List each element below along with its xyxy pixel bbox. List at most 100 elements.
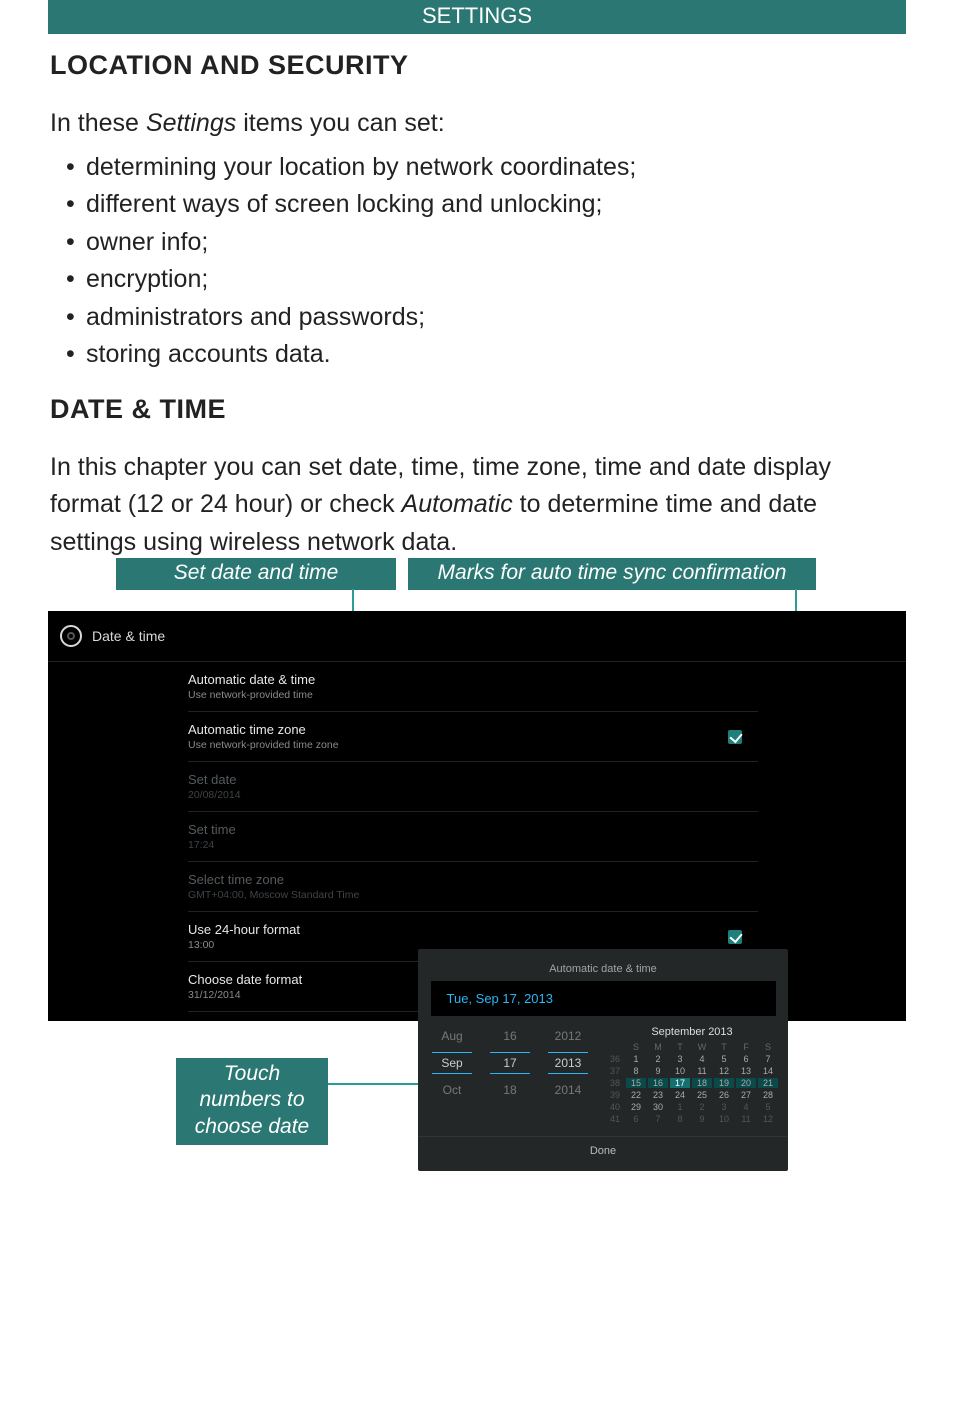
setting-row[interactable]: Set date 20/08/2014 [188, 762, 758, 812]
calendar-day[interactable]: 22 [626, 1090, 646, 1100]
setting-sublabel: 20/08/2014 [188, 789, 241, 801]
day-selected[interactable]: 17 [490, 1052, 530, 1074]
callout-set-date-time: Set date and time [116, 558, 396, 590]
calendar-day: 12 [758, 1114, 778, 1124]
calendar-grid[interactable]: September 2013 SMTWTFS361234567378910111… [606, 1026, 778, 1124]
setting-label: Set time [188, 822, 236, 837]
calendar-day: 15 [626, 1078, 646, 1088]
calendar-week-number: 38 [606, 1078, 624, 1088]
calendar-day: 2 [692, 1102, 712, 1112]
calendar-title: September 2013 [606, 1026, 778, 1038]
callout-auto-sync-marks: Marks for auto time sync confirmation [408, 558, 816, 590]
calendar-day[interactable]: 13 [736, 1066, 756, 1076]
calendar-day[interactable]: 2 [648, 1054, 668, 1064]
calendar-weekday: T [714, 1042, 734, 1052]
calendar-day[interactable]: 14 [758, 1066, 778, 1076]
callout-touch-numbers: Touch numbers to choose date [176, 1058, 328, 1145]
calendar-day: 18 [692, 1078, 712, 1088]
month-selected[interactable]: Sep [432, 1052, 472, 1074]
calendar-weekday: F [736, 1042, 756, 1052]
picker-dialog-title: Automatic date & time [418, 961, 788, 981]
picker-selected-date: Tue, Sep 17, 2013 [431, 981, 776, 1016]
day-prev[interactable]: 16 [503, 1026, 516, 1046]
calendar-day[interactable]: 1 [626, 1054, 646, 1064]
calendar-day[interactable]: 27 [736, 1090, 756, 1100]
gear-icon [60, 625, 82, 647]
calendar-day[interactable]: 30 [648, 1102, 668, 1112]
calendar-day: 3 [714, 1102, 734, 1112]
calendar-day: 21 [758, 1078, 778, 1088]
section-title-datetime: DATE & TIME [50, 394, 904, 425]
setting-label: Use 24-hour format [188, 922, 300, 937]
setting-sublabel: 31/12/2014 [188, 989, 302, 1001]
setting-sublabel: Use network-provided time zone [188, 739, 339, 751]
calendar-day[interactable]: 3 [670, 1054, 690, 1064]
calendar-weekday: M [648, 1042, 668, 1052]
calendar-day[interactable]: 24 [670, 1090, 690, 1100]
bullet-item: determining your location by network coo… [66, 149, 904, 187]
calendar-day: 9 [692, 1114, 712, 1124]
day-next[interactable]: 18 [503, 1080, 516, 1100]
done-button[interactable]: Done [418, 1136, 788, 1165]
setting-sublabel: GMT+04:00, Moscow Standard Time [188, 889, 359, 901]
setting-sublabel: Use network-provided time [188, 689, 315, 701]
calendar-day: 11 [736, 1114, 756, 1124]
intro-suffix: items you can set: [236, 109, 444, 137]
calendar-day[interactable]: 26 [714, 1090, 734, 1100]
calendar-day: 20 [736, 1078, 756, 1088]
datetime-paragraph: In this chapter you can set date, time, … [50, 449, 904, 562]
calendar-weekday: W [692, 1042, 712, 1052]
calendar-day: 6 [626, 1114, 646, 1124]
calendar-day[interactable]: 7 [758, 1054, 778, 1064]
year-spinner[interactable]: 2012 2013 2014 [548, 1026, 588, 1124]
day-spinner[interactable]: 16 17 18 [490, 1026, 530, 1124]
date-picker-dialog: Automatic date & time Tue, Sep 17, 2013 … [418, 949, 788, 1171]
calendar-day: 7 [648, 1114, 668, 1124]
bullet-list: determining your location by network coo… [66, 149, 904, 374]
month-prev[interactable]: Aug [441, 1026, 462, 1046]
intro-text: In these Settings items you can set: [50, 105, 904, 143]
calendar-day[interactable]: 4 [692, 1054, 712, 1064]
year-prev[interactable]: 2012 [555, 1026, 582, 1046]
screen-title: Date & time [92, 628, 165, 644]
calendar-day[interactable]: 12 [714, 1066, 734, 1076]
calendar-weekday: S [626, 1042, 646, 1052]
calendar-day: 19 [714, 1078, 734, 1088]
intro-emphasis: Settings [146, 109, 236, 137]
setting-label: Automatic time zone [188, 722, 339, 737]
calendar-day: 1 [670, 1102, 690, 1112]
calendar-day: 10 [714, 1114, 734, 1124]
setting-row[interactable]: Select time zoneGMT+04:00, Moscow Standa… [188, 862, 758, 912]
month-spinner[interactable]: Aug Sep Oct [432, 1026, 472, 1124]
calendar-day[interactable]: 29 [626, 1102, 646, 1112]
calendar-day[interactable]: 10 [670, 1066, 690, 1076]
calendar-day: 4 [736, 1102, 756, 1112]
checkbox-checked-icon[interactable] [728, 730, 742, 744]
page-header: SETTINGS [48, 0, 906, 34]
picker-topbar [418, 949, 788, 961]
calendar-weekday: T [670, 1042, 690, 1052]
year-selected[interactable]: 2013 [548, 1052, 588, 1074]
setting-label: Set date [188, 772, 241, 787]
bullet-item: encryption; [66, 261, 904, 299]
bullet-item: different ways of screen locking and unl… [66, 186, 904, 224]
calendar-day[interactable]: 6 [736, 1054, 756, 1064]
bullet-item: owner info; [66, 224, 904, 262]
calendar-week-number: 36 [606, 1054, 624, 1064]
calendar-day[interactable]: 9 [648, 1066, 668, 1076]
setting-sublabel: 13:00 [188, 939, 300, 951]
setting-row[interactable]: Automatic time zone Use network-provided … [188, 712, 758, 762]
year-next[interactable]: 2014 [555, 1080, 582, 1100]
calendar-day[interactable]: 28 [758, 1090, 778, 1100]
calendar-day[interactable]: 11 [692, 1066, 712, 1076]
setting-row[interactable]: Set time17:24 [188, 812, 758, 862]
calendar-day[interactable]: 23 [648, 1090, 668, 1100]
calendar-week-number: 40 [606, 1102, 624, 1112]
calendar-day[interactable]: 25 [692, 1090, 712, 1100]
setting-row[interactable]: Automatic date & timeUse network-provide… [188, 662, 758, 712]
calendar-weekday: S [758, 1042, 778, 1052]
calendar-day[interactable]: 5 [714, 1054, 734, 1064]
checkbox-checked-icon[interactable] [728, 930, 742, 944]
month-next[interactable]: Oct [443, 1080, 462, 1100]
calendar-day[interactable]: 8 [626, 1066, 646, 1076]
